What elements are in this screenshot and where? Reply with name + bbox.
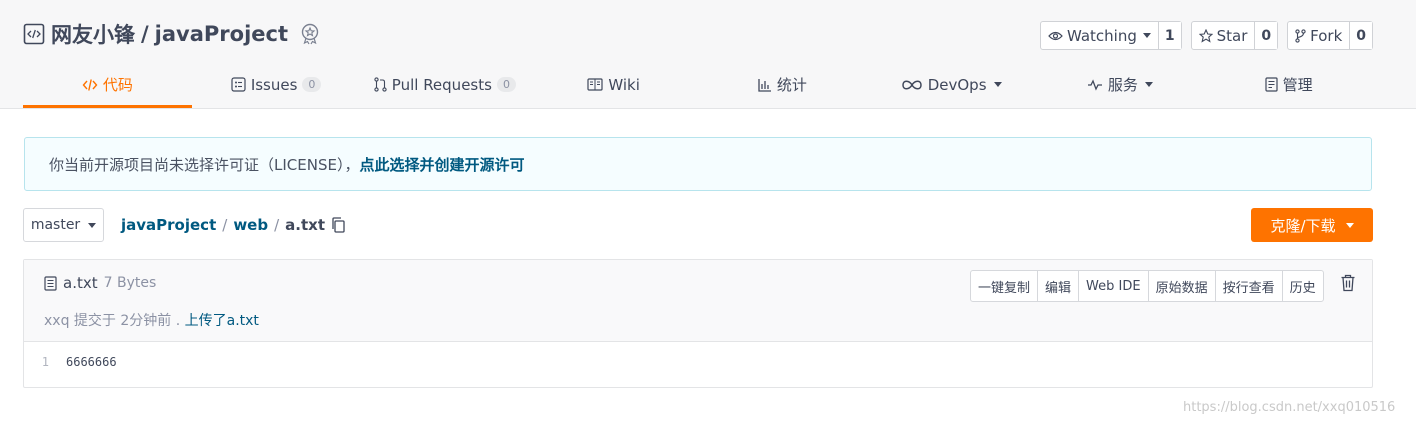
- license-notice: 你当前开源项目尚未选择许可证（LICENSE）， 点此选择并创建开源许可: [24, 137, 1372, 191]
- pull-requests-count-badge: 0: [496, 77, 516, 92]
- watch-button[interactable]: Watching: [1041, 22, 1159, 49]
- star-icon: [1198, 28, 1213, 43]
- issues-icon: [231, 77, 246, 92]
- fork-button[interactable]: Fork: [1288, 22, 1351, 49]
- line-content: 6666666: [66, 355, 117, 369]
- file-text-icon: [44, 275, 57, 291]
- chevron-down-icon: [993, 82, 1002, 87]
- recommend-badge-icon[interactable]: [298, 22, 322, 46]
- web-ide-button[interactable]: Web IDE: [1079, 271, 1149, 301]
- repo-tabs: 代码 Issues 0 Pull Requests 0 Wiki 统计 DevO…: [23, 62, 1373, 109]
- issues-count-badge: 0: [302, 77, 322, 92]
- breadcrumb-current-file: a.txt: [285, 216, 325, 234]
- tab-issues[interactable]: Issues 0: [192, 62, 361, 107]
- file-name: a.txt: [63, 274, 98, 292]
- star-button-group: Star 0: [1190, 21, 1279, 50]
- trash-icon[interactable]: [1340, 274, 1356, 292]
- repo-name-link[interactable]: javaProject: [155, 22, 288, 46]
- star-label: Star: [1216, 26, 1248, 45]
- code-line: 1 6666666: [24, 355, 117, 369]
- last-commit-info: xxq 提交于 2分钟前 . 上传了a.txt: [44, 310, 259, 330]
- tab-manage[interactable]: 管理: [1204, 62, 1373, 107]
- tab-wiki[interactable]: Wiki: [529, 62, 698, 107]
- tab-pull-requests-label: Pull Requests: [391, 75, 492, 94]
- breadcrumb-separator: /: [222, 216, 228, 234]
- infinity-icon: [901, 80, 922, 89]
- branch-select[interactable]: master: [23, 208, 104, 242]
- line-number[interactable]: 1: [24, 355, 66, 369]
- copy-all-button[interactable]: 一键复制: [971, 271, 1039, 301]
- breadcrumb: javaProject / web / a.txt: [121, 216, 345, 234]
- copy-icon[interactable]: [331, 217, 345, 233]
- tab-wiki-label: Wiki: [608, 75, 640, 94]
- file-size: 7 Bytes: [103, 275, 157, 291]
- watch-button-group: Watching 1: [1039, 21, 1182, 50]
- code-repo-icon: [23, 23, 45, 45]
- repo-header: 网友小锋 / javaProject Watching 1 Star 0 For…: [0, 0, 1416, 109]
- file-name-row: a.txt 7 Bytes: [44, 274, 156, 292]
- document-settings-icon: [1265, 77, 1278, 92]
- commit-meta: xxq 提交于 2分钟前 .: [44, 313, 181, 329]
- clone-download-button[interactable]: 克隆/下载: [1251, 208, 1373, 242]
- breadcrumb-dir-link[interactable]: web: [233, 216, 268, 234]
- repo-actions: Watching 1 Star 0 Fork 0: [1039, 21, 1373, 50]
- star-button[interactable]: Star: [1192, 22, 1256, 49]
- file-panel: a.txt 7 Bytes xxq 提交于 2分钟前 . 上传了a.txt 一键…: [23, 259, 1373, 388]
- tab-code[interactable]: 代码: [23, 62, 192, 108]
- watch-label: Watching: [1066, 26, 1137, 45]
- edit-button[interactable]: 编辑: [1038, 271, 1080, 301]
- tab-issues-label: Issues: [250, 75, 298, 94]
- raw-button[interactable]: 原始数据: [1149, 271, 1216, 301]
- breadcrumb-separator: /: [274, 216, 280, 234]
- eye-icon: [1048, 31, 1063, 40]
- watermark: https://blog.csdn.net/xxq010516: [1183, 400, 1396, 415]
- chevron-down-icon: [1144, 82, 1153, 87]
- repo-owner-link[interactable]: 网友小锋: [51, 19, 135, 49]
- repo-separator: /: [141, 22, 149, 46]
- tab-stats-label: 统计: [776, 76, 807, 94]
- watch-count[interactable]: 1: [1158, 22, 1181, 49]
- breadcrumb-repo-link[interactable]: javaProject: [121, 216, 216, 234]
- history-button[interactable]: 历史: [1283, 271, 1323, 301]
- create-license-link[interactable]: 点此选择并创建开源许可: [359, 154, 524, 175]
- repo-title: 网友小锋 / javaProject: [23, 20, 322, 48]
- pulse-icon: [1087, 78, 1102, 91]
- tab-code-label: 代码: [102, 76, 133, 94]
- branch-label: master: [30, 217, 81, 233]
- fork-icon: [1295, 28, 1306, 43]
- bar-chart-icon: [758, 78, 771, 92]
- pull-request-icon: [374, 77, 387, 92]
- chevron-down-icon: [88, 222, 97, 228]
- license-notice-text: 你当前开源项目尚未选择许可证（LICENSE），: [49, 155, 360, 174]
- book-icon: [587, 78, 603, 91]
- chevron-down-icon: [1345, 222, 1354, 228]
- star-count[interactable]: 0: [1255, 22, 1278, 49]
- tab-pull-requests[interactable]: Pull Requests 0: [361, 62, 530, 107]
- tab-manage-label: 管理: [1282, 76, 1313, 94]
- tab-devops[interactable]: DevOps: [867, 62, 1036, 107]
- fork-button-group: Fork 0: [1287, 21, 1373, 50]
- commit-message-link[interactable]: 上传了a.txt: [185, 313, 259, 329]
- file-toolbar: 一键复制 编辑 Web IDE 原始数据 按行查看 历史: [970, 270, 1324, 302]
- blame-button[interactable]: 按行查看: [1216, 271, 1283, 301]
- fork-label: Fork: [1310, 26, 1343, 45]
- fork-count[interactable]: 0: [1350, 22, 1372, 49]
- tab-services[interactable]: 服务: [1036, 62, 1205, 107]
- file-header: a.txt 7 Bytes xxq 提交于 2分钟前 . 上传了a.txt 一键…: [24, 260, 1372, 342]
- chevron-down-icon: [1142, 33, 1151, 38]
- tab-services-label: 服务: [1107, 76, 1138, 94]
- code-icon: [82, 78, 98, 91]
- tab-devops-label: DevOps: [927, 75, 987, 94]
- clone-label: 克隆/下载: [1270, 216, 1336, 235]
- tab-stats[interactable]: 统计: [698, 62, 867, 107]
